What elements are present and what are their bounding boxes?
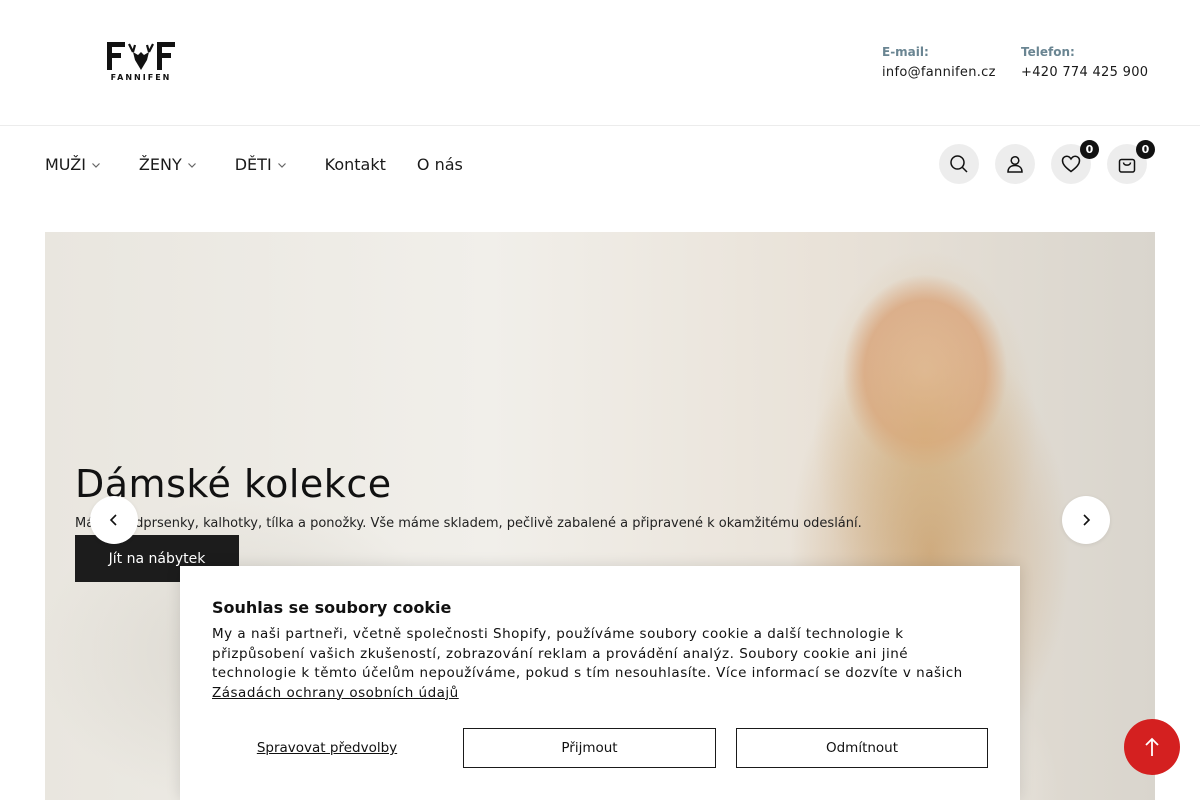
contact-phone: Telefon: +420 774 425 900 [1021,45,1148,81]
cookie-body-text: My a naši partneři, včetně společnosti S… [212,626,963,681]
user-icon [1007,155,1023,173]
chevron-left-icon [109,514,117,526]
logo-text: FANNIFEN [110,73,172,82]
bag-icon [1118,158,1136,173]
nav-item-deti[interactable]: DĚTI [235,155,287,174]
privacy-policy-link[interactable]: Zásadách ochrany osobních údajů [212,685,459,701]
wishlist-count-badge: 0 [1080,140,1099,159]
cart-button[interactable]: 0 [1107,140,1155,184]
nav-item-label: DĚTI [234,154,272,174]
accept-cookies-button[interactable]: Přijmout [463,728,716,768]
nav-item-label: O nás [416,154,463,174]
phone-link[interactable]: +420 774 425 900 [1021,65,1148,81]
main-nav: MUŽI ŽENY DĚTI Kontakt O nás [45,150,494,178]
hero-subtitle: Máme podprsenky, kalhotky, tílka a ponož… [75,516,862,531]
nav-item-kontakt[interactable]: Kontakt [325,155,386,174]
nav-item-label: Kontakt [324,154,386,174]
nav-item-o-nas[interactable]: O nás [417,155,463,174]
email-link[interactable]: info@fannifen.cz [882,65,996,81]
chevron-down-icon [187,163,196,168]
decline-cookies-button[interactable]: Odmítnout [736,728,988,768]
heart-icon [1061,155,1081,173]
scroll-to-top-button[interactable] [1124,719,1180,775]
nav-item-muzi[interactable]: MUŽI [45,155,101,174]
cookie-title: Souhlas se soubory cookie [212,598,452,617]
cookie-text: My a naši partneři, včetně společnosti S… [212,625,997,703]
nav-item-label: ŽENY [138,154,182,174]
search-button[interactable] [939,144,979,184]
chevron-right-icon [1083,514,1091,526]
cart-count-badge: 0 [1136,140,1155,159]
cookie-banner: Souhlas se soubory cookie My a naši part… [180,566,1020,800]
brand-logo[interactable]: FANNIFEN [105,40,177,84]
slider-prev-button[interactable] [90,496,138,544]
manage-preferences-button[interactable]: Spravovat předvolby [212,728,442,768]
slider-next-button[interactable] [1062,496,1110,544]
account-button[interactable] [995,144,1035,184]
arrow-up-icon [1145,737,1159,756]
search-icon [950,155,968,173]
top-header: FANNIFEN E-mail: info@fannifen.cz Telefo… [0,0,1200,126]
logo-mark-icon [107,42,175,70]
chevron-down-icon [277,163,286,168]
nav-item-zeny[interactable]: ŽENY [139,155,197,174]
phone-label: Telefon: [1021,45,1075,59]
email-label: E-mail: [882,45,929,59]
contact-email: E-mail: info@fannifen.cz [882,45,996,81]
wishlist-button[interactable]: 0 [1051,140,1099,184]
nav-item-label: MUŽI [45,154,86,174]
chevron-down-icon [91,163,100,168]
